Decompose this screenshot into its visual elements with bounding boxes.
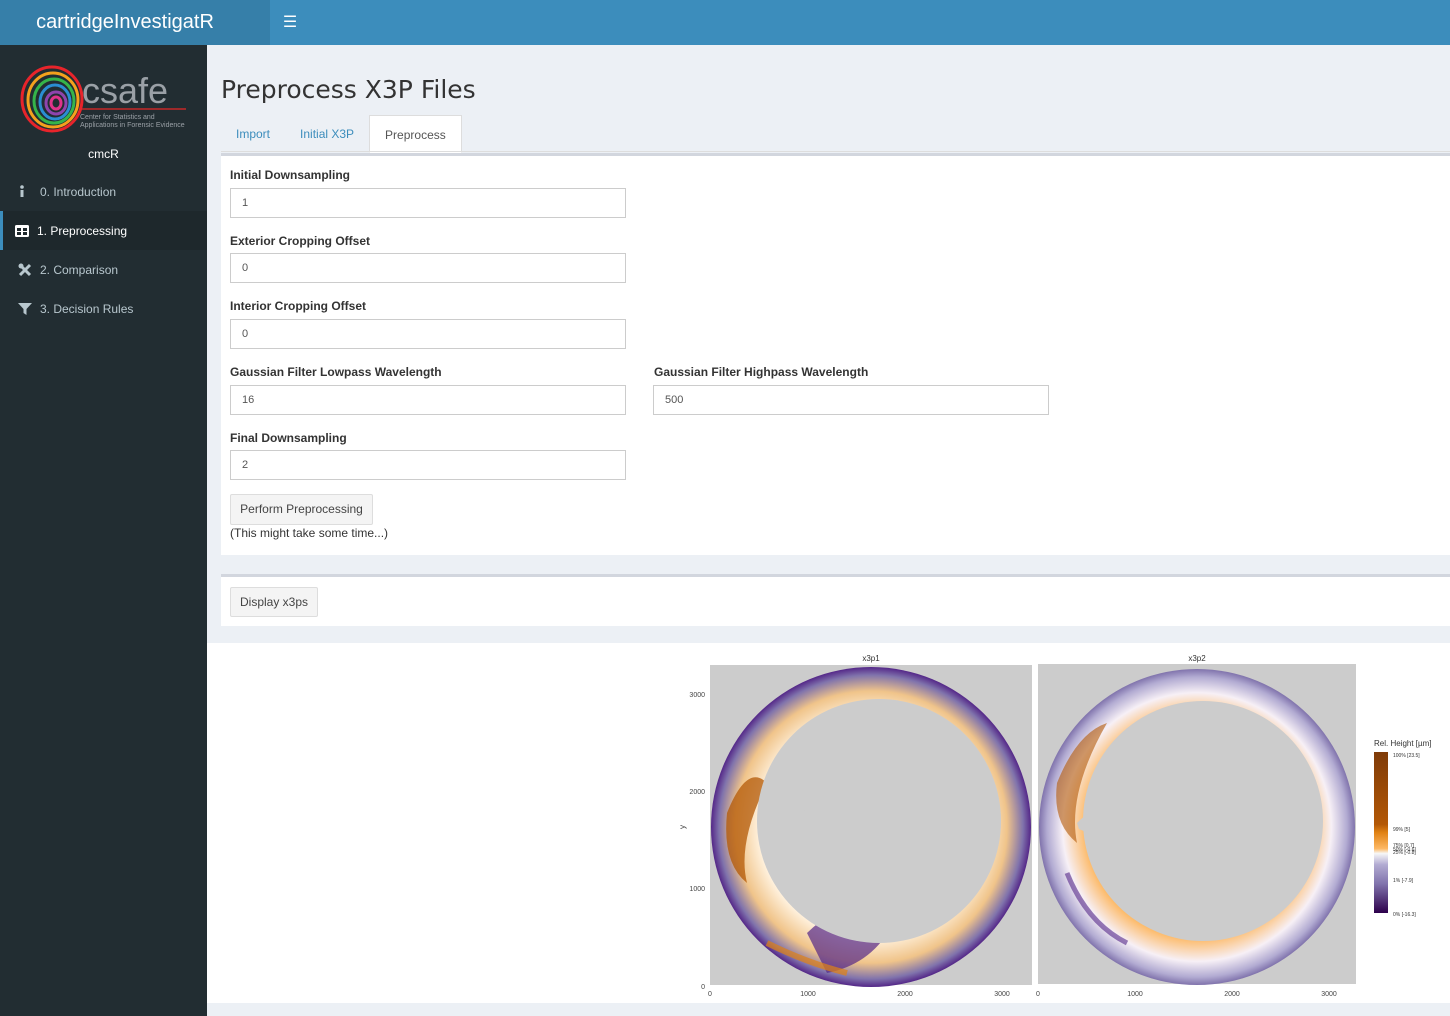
sidebar-menu: 0. Introduction 1. Preprocessing 2. Comp…	[0, 172, 207, 328]
legend-label-25: 25% [-0.8]	[1393, 850, 1416, 856]
sidebar-item-decision-rules[interactable]: 3. Decision Rules	[0, 289, 207, 328]
sidebar-item-label: 1. Preprocessing	[37, 223, 128, 238]
sidebar-item-comparison[interactable]: 2. Comparison	[0, 250, 207, 289]
preprocessing-note: (This might take some time...)	[230, 526, 389, 540]
x-tick-p1-3000: 3000	[994, 991, 1010, 998]
legend-label-99: 99% [5]	[1393, 827, 1411, 833]
highpass-field[interactable]: 500	[653, 385, 1049, 415]
initial-downsampling-field[interactable]: 1	[230, 188, 626, 218]
header-bar: cartridgeInvestigatR ☰	[0, 0, 1450, 45]
final-downsampling-field[interactable]: 2	[230, 450, 626, 480]
legend-label-1: 1% [-7.9]	[1393, 878, 1414, 884]
csafe-logo: csafe Center for Statistics and Applicat…	[18, 63, 190, 135]
sidebar-item-label: 2. Comparison	[40, 262, 119, 277]
legend-label-0: 0% [-16.3]	[1393, 912, 1416, 918]
tab-divider	[221, 151, 1450, 152]
preprocess-form-panel: Initial Downsampling 1 Exterior Cropping…	[221, 153, 1450, 555]
sidebar-item-introduction[interactable]: 0. Introduction	[0, 172, 207, 211]
x-tick-p2-2000: 2000	[1224, 991, 1240, 998]
legend-label-100: 100% [23.5]	[1393, 753, 1420, 759]
x-tick-p1-0: 0	[708, 991, 712, 998]
tools-icon	[18, 263, 40, 277]
info-icon	[18, 185, 40, 198]
final-downsampling-label: Final Downsampling	[230, 431, 347, 445]
y-tick-2000: 2000	[689, 789, 705, 796]
exterior-cropping-field[interactable]: 0	[230, 253, 626, 283]
x-tick-p2-1000: 1000	[1127, 991, 1143, 998]
panel-title-x3p2: x3p2	[1188, 654, 1206, 663]
page-title: Preprocess X3P Files	[221, 75, 476, 104]
filter-icon	[18, 302, 40, 316]
y-tick-1000: 1000	[689, 886, 705, 893]
y-tick-3000: 3000	[689, 692, 705, 699]
lowpass-field[interactable]: 16	[230, 385, 626, 415]
y-tick-0: 0	[701, 984, 705, 991]
x3p2-surface	[1039, 669, 1355, 985]
display-x3ps-button[interactable]: Display x3ps	[230, 587, 318, 617]
sidebar-item-label: 0. Introduction	[40, 184, 117, 199]
legend-title: Rel. Height [µm]	[1374, 739, 1432, 748]
sidebar-item-preprocessing[interactable]: 1. Preprocessing	[0, 211, 207, 250]
x3p-plot-area: x3p1 x3p2 y 0 1000 2000 3000 0 1000 2000…	[207, 643, 1450, 1003]
x-tick-p2-0: 0	[1036, 991, 1040, 998]
tab-initial-x3p[interactable]: Initial X3P	[285, 115, 369, 153]
lowpass-label: Gaussian Filter Lowpass Wavelength	[230, 365, 442, 379]
tab-preprocess[interactable]: Preprocess	[369, 115, 462, 153]
app-title[interactable]: cartridgeInvestigatR	[0, 0, 270, 45]
table-icon	[15, 224, 37, 237]
svg-text:Applications in Forensic Evide: Applications in Forensic Evidence	[80, 122, 185, 129]
y-axis-label: y	[678, 825, 687, 829]
user-name: cmcR	[88, 147, 119, 161]
tab-bar: Import Initial X3P Preprocess	[221, 115, 462, 153]
sidebar-item-label: 3. Decision Rules	[40, 301, 134, 316]
svg-text:Center for Statistics and: Center for Statistics and	[80, 114, 155, 121]
tab-import[interactable]: Import	[221, 115, 285, 153]
highpass-label: Gaussian Filter Highpass Wavelength	[654, 365, 869, 379]
perform-preprocessing-button[interactable]: Perform Preprocessing	[230, 494, 373, 525]
x-tick-p1-2000: 2000	[897, 991, 913, 998]
exterior-cropping-label: Exterior Cropping Offset	[230, 234, 371, 248]
x-tick-p1-1000: 1000	[800, 991, 816, 998]
interior-cropping-field[interactable]: 0	[230, 319, 626, 349]
interior-cropping-label: Interior Cropping Offset	[230, 299, 366, 313]
sidebar: csafe Center for Statistics and Applicat…	[0, 45, 207, 1016]
legend-color-bar	[1374, 752, 1388, 913]
x3p1-surface	[711, 667, 1031, 987]
display-panel: Display x3ps	[221, 574, 1450, 626]
x-tick-p2-3000: 3000	[1321, 991, 1337, 998]
initial-downsampling-label: Initial Downsampling	[230, 168, 351, 182]
svg-text:csafe: csafe	[82, 70, 168, 111]
hamburger-icon[interactable]: ☰	[270, 0, 310, 45]
panel-title-x3p1: x3p1	[862, 654, 880, 663]
